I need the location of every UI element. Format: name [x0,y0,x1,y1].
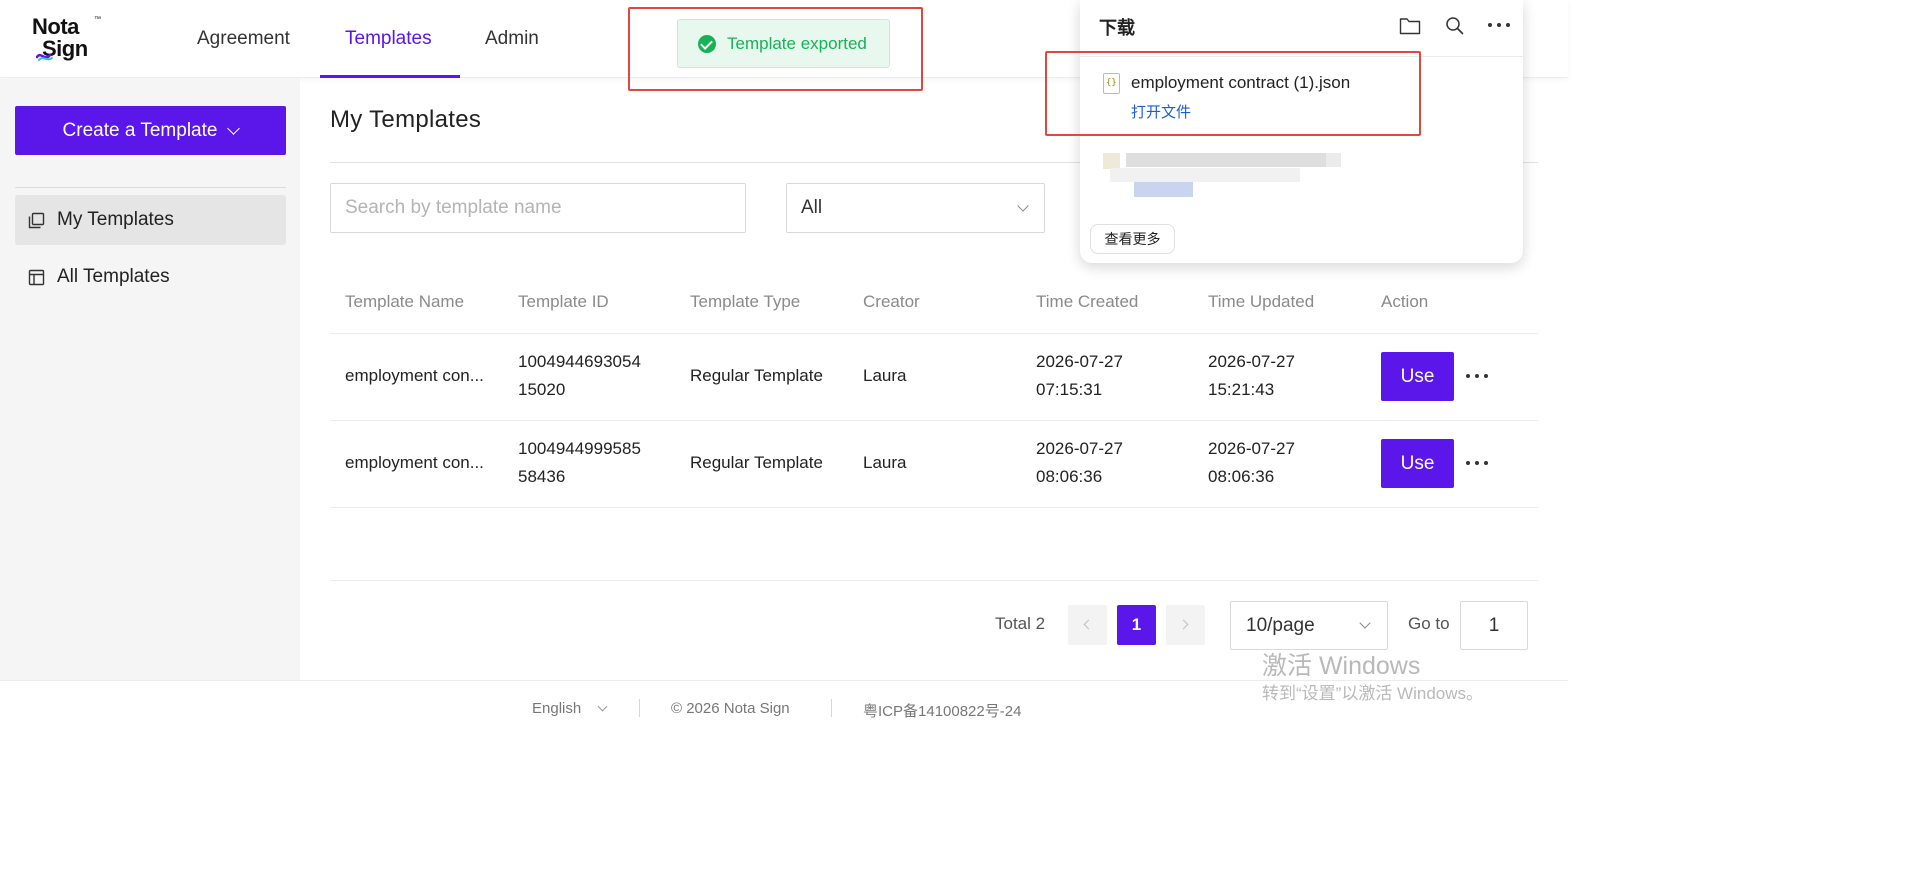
pagination-total: Total 2 [995,614,1046,633]
sidebar-divider [15,187,286,188]
table-divider [330,420,1538,421]
filter-selected-value: All [801,197,823,218]
next-page-button[interactable] [1166,605,1205,645]
cell-time-created: 2026-07-27 07:15:31 [1036,348,1123,404]
column-header-action: Action [1381,292,1429,311]
copy-icon [28,212,45,228]
use-button[interactable]: Use [1381,439,1454,488]
logo-trademark: ™ [94,16,101,23]
search-input[interactable] [330,183,746,233]
blurred-open-link [1134,182,1193,197]
cell-template-id: 1004944999585 58436 [518,435,641,491]
created-date: 2026-07-27 [1036,352,1123,371]
windows-activation-watermark: 激活 Windows [1262,652,1421,680]
chevron-right-icon [1178,619,1189,630]
chevron-left-icon [1083,619,1094,630]
copyright-text: © 2026 Nota Sign [671,700,790,717]
cell-template-name[interactable]: employment con... [345,449,484,477]
cell-template-id: 1004944693054 15020 [518,348,641,404]
cell-template-name[interactable]: employment con... [345,362,484,390]
nota-sign-logo[interactable]: Nota ™ Sign [32,14,122,66]
footer-divider [639,699,640,717]
cell-time-updated: 2026-07-27 08:06:36 [1208,435,1295,491]
table-divider [330,507,1538,508]
cell-template-type: Regular Template [690,366,823,385]
created-date: 2026-07-27 [1036,439,1123,458]
template-id-part-1: 1004944999585 [518,439,641,458]
created-time: 07:15:31 [1036,380,1103,399]
column-header-template-name: Template Name [345,292,465,311]
pagination-divider [330,580,1538,581]
view-more-button[interactable]: 查看更多 [1090,224,1175,254]
logo-swoosh-icon [36,53,53,61]
page-size-value: 10/page [1246,614,1315,636]
table-divider [330,333,1538,334]
template-id-part-2: 15020 [518,380,566,399]
sidebar-item-my-templates[interactable]: My Templates [15,195,286,245]
cell-time-created: 2026-07-27 08:06:36 [1036,435,1123,491]
blurred-file-name [1126,153,1326,167]
nav-admin[interactable]: Admin [485,0,539,78]
column-header-template-type: Template Type [690,292,801,311]
highlight-box-download [1045,51,1421,136]
updated-time: 08:06:36 [1208,467,1275,486]
blurred-file-name-end [1326,153,1341,167]
chevron-down-icon [1017,200,1029,212]
chevron-down-icon [227,121,241,135]
page-title: My Templates [330,106,482,133]
downloads-title: 下载 [1099,18,1135,38]
create-template-label: Create a Template [62,119,218,141]
goto-label: Go to [1408,614,1450,633]
icp-license-link[interactable]: 粤ICP备14100822号-24 [863,700,1021,721]
cell-creator: Laura [863,366,907,385]
chevron-down-icon [1359,617,1371,629]
windows-activation-hint: 转到“设置”以激活 Windows。 [1262,684,1484,703]
cell-creator: Laura [863,453,907,472]
nav-templates[interactable]: Templates [345,0,432,78]
more-options-icon[interactable] [1488,20,1510,30]
more-options-icon[interactable] [1466,458,1488,468]
more-options-icon[interactable] [1466,371,1488,381]
column-header-time-created: Time Created [1036,292,1139,311]
cell-time-updated: 2026-07-27 15:21:43 [1208,348,1295,404]
sidebar-item-label: All Templates [57,266,170,287]
footer-divider [831,699,832,717]
template-id-part-2: 58436 [518,467,566,486]
updated-date: 2026-07-27 [1208,352,1295,371]
sidebar: Create a Template My Templates All Templ… [0,79,300,680]
blurred-file-icon [1103,153,1120,169]
sidebar-item-label: My Templates [57,209,174,230]
language-label: English [532,700,582,717]
template-type-filter[interactable]: All [786,183,1045,233]
page-number-current[interactable]: 1 [1117,605,1156,645]
template-id-part-1: 1004944693054 [518,352,641,371]
language-selector[interactable]: English [532,700,608,717]
column-header-template-id: Template ID [518,292,609,311]
updated-date: 2026-07-27 [1208,439,1295,458]
logo-text-nota: Nota [32,14,79,39]
blurred-file-meta [1110,168,1300,182]
column-header-creator: Creator [863,292,920,311]
column-header-time-updated: Time Updated [1208,292,1315,311]
use-button[interactable]: Use [1381,352,1454,401]
create-template-button[interactable]: Create a Template [15,106,286,155]
highlight-box-toast [628,7,923,91]
layout-icon [28,269,45,285]
cell-template-type: Regular Template [690,453,823,472]
chevron-down-icon [597,701,608,712]
search-icon[interactable] [1445,16,1464,35]
nav-active-underline [320,75,460,78]
goto-page-input[interactable] [1460,601,1528,650]
updated-time: 15:21:43 [1208,380,1275,399]
prev-page-button[interactable] [1068,605,1107,645]
nav-agreement[interactable]: Agreement [197,0,290,78]
page-size-select[interactable]: 10/page [1230,601,1388,650]
created-time: 08:06:36 [1036,467,1103,486]
sidebar-item-all-templates[interactable]: All Templates [15,252,286,302]
folder-icon[interactable] [1399,16,1421,35]
